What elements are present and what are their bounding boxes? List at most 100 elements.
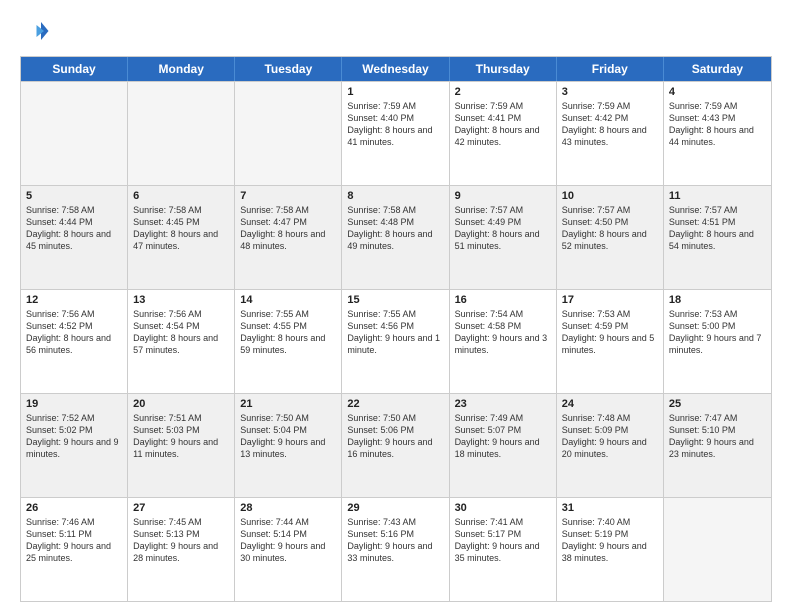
page: SundayMondayTuesdayWednesdayThursdayFrid… — [0, 0, 792, 612]
calendar-cell: 12 Sunrise: 7:56 AM Sunset: 4:52 PM Dayli… — [21, 290, 128, 393]
calendar-cell — [664, 498, 771, 601]
day-number: 28 — [240, 502, 336, 514]
calendar-row: 19 Sunrise: 7:52 AM Sunset: 5:02 PM Dayli… — [21, 393, 771, 497]
header-day-sunday: Sunday — [21, 57, 128, 81]
calendar-cell: 31 Sunrise: 7:40 AM Sunset: 5:19 PM Dayli… — [557, 498, 664, 601]
calendar-cell: 16 Sunrise: 7:54 AM Sunset: 4:58 PM Dayli… — [450, 290, 557, 393]
calendar-cell: 29 Sunrise: 7:43 AM Sunset: 5:16 PM Dayli… — [342, 498, 449, 601]
calendar-cell: 26Sunrise: 7:46 AM Sunset: 5:11 PM Dayli… — [21, 498, 128, 601]
header — [20, 16, 772, 46]
day-number: 1 — [347, 86, 443, 98]
cell-text: Sunrise: 7:41 AM Sunset: 5:17 PM Dayligh… — [455, 516, 551, 565]
calendar-cell: 3 Sunrise: 7:59 AM Sunset: 4:42 PM Daylig… — [557, 82, 664, 185]
day-number: 20 — [133, 398, 229, 410]
day-number: 10 — [562, 190, 658, 202]
header-day-monday: Monday — [128, 57, 235, 81]
cell-text: Sunrise: 7:53 AM Sunset: 4:59 PM Dayligh… — [562, 308, 658, 357]
header-day-tuesday: Tuesday — [235, 57, 342, 81]
header-day-saturday: Saturday — [664, 57, 771, 81]
logo — [20, 16, 54, 46]
calendar-row: 12 Sunrise: 7:56 AM Sunset: 4:52 PM Dayli… — [21, 289, 771, 393]
cell-text: Sunrise: 7:50 AM Sunset: 5:06 PM Dayligh… — [347, 412, 443, 461]
calendar-cell: 6Sunrise: 7:58 AM Sunset: 4:45 PM Daylig… — [128, 186, 235, 289]
cell-text: Sunrise: 7:58 AM Sunset: 4:47 PM Dayligh… — [240, 204, 336, 253]
day-number: 15 — [347, 294, 443, 306]
day-number: 14 — [240, 294, 336, 306]
calendar-cell: 30 Sunrise: 7:41 AM Sunset: 5:17 PM Dayli… — [450, 498, 557, 601]
cell-text: Sunrise: 7:59 AM Sunset: 4:41 PM Dayligh… — [455, 100, 551, 149]
day-number: 29 — [347, 502, 443, 514]
calendar-cell: 9Sunrise: 7:57 AM Sunset: 4:49 PM Daylig… — [450, 186, 557, 289]
calendar-cell: 5 Sunrise: 7:58 AM Sunset: 4:44 PM Daylig… — [21, 186, 128, 289]
day-number: 2 — [455, 86, 551, 98]
day-number: 18 — [669, 294, 766, 306]
calendar: SundayMondayTuesdayWednesdayThursdayFrid… — [20, 56, 772, 602]
cell-text: Sunrise: 7:53 AM Sunset: 5:00 PM Dayligh… — [669, 308, 766, 357]
header-day-thursday: Thursday — [450, 57, 557, 81]
calendar-cell: 13Sunrise: 7:56 AM Sunset: 4:54 PM Dayli… — [128, 290, 235, 393]
cell-text: Sunrise: 7:59 AM Sunset: 4:43 PM Dayligh… — [669, 100, 766, 149]
cell-text: Sunrise: 7:58 AM Sunset: 4:48 PM Dayligh… — [347, 204, 443, 253]
calendar-cell: 19 Sunrise: 7:52 AM Sunset: 5:02 PM Dayli… — [21, 394, 128, 497]
cell-text: Sunrise: 7:50 AM Sunset: 5:04 PM Dayligh… — [240, 412, 336, 461]
calendar-body: 1 Sunrise: 7:59 AM Sunset: 4:40 PM Daylig… — [21, 81, 771, 601]
day-number: 3 — [562, 86, 658, 98]
cell-text: Sunrise: 7:52 AM Sunset: 5:02 PM Dayligh… — [26, 412, 122, 461]
cell-text: Sunrise: 7:40 AM Sunset: 5:19 PM Dayligh… — [562, 516, 658, 565]
cell-text: Sunrise: 7:51 AM Sunset: 5:03 PM Dayligh… — [133, 412, 229, 461]
cell-text: Sunrise: 7:59 AM Sunset: 4:42 PM Dayligh… — [562, 100, 658, 149]
calendar-header: SundayMondayTuesdayWednesdayThursdayFrid… — [21, 57, 771, 81]
calendar-cell: 11Sunrise: 7:57 AM Sunset: 4:51 PM Dayli… — [664, 186, 771, 289]
cell-text: Sunrise: 7:58 AM Sunset: 4:44 PM Dayligh… — [26, 204, 122, 253]
calendar-row: 1 Sunrise: 7:59 AM Sunset: 4:40 PM Daylig… — [21, 81, 771, 185]
day-number: 24 — [562, 398, 658, 410]
day-number: 26 — [26, 502, 122, 514]
cell-text: Sunrise: 7:48 AM Sunset: 5:09 PM Dayligh… — [562, 412, 658, 461]
day-number: 16 — [455, 294, 551, 306]
day-number: 27 — [133, 502, 229, 514]
calendar-cell: 18 Sunrise: 7:53 AM Sunset: 5:00 PM Dayli… — [664, 290, 771, 393]
cell-text: Sunrise: 7:55 AM Sunset: 4:55 PM Dayligh… — [240, 308, 336, 357]
calendar-cell: 17Sunrise: 7:53 AM Sunset: 4:59 PM Dayli… — [557, 290, 664, 393]
calendar-cell — [235, 82, 342, 185]
calendar-row: 26Sunrise: 7:46 AM Sunset: 5:11 PM Dayli… — [21, 497, 771, 601]
calendar-cell: 20 Sunrise: 7:51 AM Sunset: 5:03 PM Dayli… — [128, 394, 235, 497]
cell-text: Sunrise: 7:44 AM Sunset: 5:14 PM Dayligh… — [240, 516, 336, 565]
cell-text: Sunrise: 7:57 AM Sunset: 4:50 PM Dayligh… — [562, 204, 658, 253]
day-number: 22 — [347, 398, 443, 410]
cell-text: Sunrise: 7:56 AM Sunset: 4:54 PM Dayligh… — [133, 308, 229, 357]
header-day-friday: Friday — [557, 57, 664, 81]
cell-text: Sunrise: 7:47 AM Sunset: 5:10 PM Dayligh… — [669, 412, 766, 461]
day-number: 21 — [240, 398, 336, 410]
cell-text: Sunrise: 7:56 AM Sunset: 4:52 PM Dayligh… — [26, 308, 122, 357]
day-number: 12 — [26, 294, 122, 306]
calendar-cell: 21 Sunrise: 7:50 AM Sunset: 5:04 PM Dayli… — [235, 394, 342, 497]
day-number: 30 — [455, 502, 551, 514]
calendar-cell — [128, 82, 235, 185]
day-number: 25 — [669, 398, 766, 410]
calendar-cell: 28 Sunrise: 7:44 AM Sunset: 5:14 PM Dayli… — [235, 498, 342, 601]
day-number: 31 — [562, 502, 658, 514]
calendar-cell: 4Sunrise: 7:59 AM Sunset: 4:43 PM Daylig… — [664, 82, 771, 185]
cell-text: Sunrise: 7:57 AM Sunset: 4:51 PM Dayligh… — [669, 204, 766, 253]
calendar-cell: 7 Sunrise: 7:58 AM Sunset: 4:47 PM Daylig… — [235, 186, 342, 289]
day-number: 8 — [347, 190, 443, 202]
cell-text: Sunrise: 7:45 AM Sunset: 5:13 PM Dayligh… — [133, 516, 229, 565]
calendar-cell — [21, 82, 128, 185]
calendar-cell: 24 Sunrise: 7:48 AM Sunset: 5:09 PM Dayli… — [557, 394, 664, 497]
day-number: 23 — [455, 398, 551, 410]
day-number: 7 — [240, 190, 336, 202]
calendar-cell: 22 Sunrise: 7:50 AM Sunset: 5:06 PM Dayli… — [342, 394, 449, 497]
day-number: 19 — [26, 398, 122, 410]
day-number: 5 — [26, 190, 122, 202]
cell-text: Sunrise: 7:43 AM Sunset: 5:16 PM Dayligh… — [347, 516, 443, 565]
day-number: 6 — [133, 190, 229, 202]
header-day-wednesday: Wednesday — [342, 57, 449, 81]
cell-text: Sunrise: 7:57 AM Sunset: 4:49 PM Dayligh… — [455, 204, 551, 253]
calendar-row: 5 Sunrise: 7:58 AM Sunset: 4:44 PM Daylig… — [21, 185, 771, 289]
cell-text: Sunrise: 7:54 AM Sunset: 4:58 PM Dayligh… — [455, 308, 551, 357]
cell-text: Sunrise: 7:59 AM Sunset: 4:40 PM Dayligh… — [347, 100, 443, 149]
calendar-cell: 10 Sunrise: 7:57 AM Sunset: 4:50 PM Dayli… — [557, 186, 664, 289]
calendar-cell: 15Sunrise: 7:55 AM Sunset: 4:56 PM Dayli… — [342, 290, 449, 393]
calendar-cell: 2 Sunrise: 7:59 AM Sunset: 4:41 PM Daylig… — [450, 82, 557, 185]
